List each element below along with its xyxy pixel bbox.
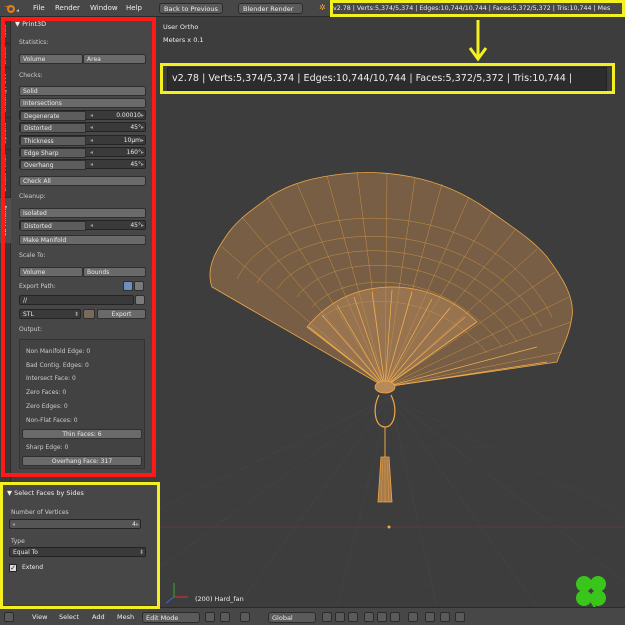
editor-type-icon[interactable] (4, 612, 14, 622)
vertex-select-icon[interactable] (364, 612, 374, 622)
shading-icon[interactable] (205, 612, 215, 622)
mode-dropdown[interactable]: Edit Mode (142, 612, 200, 623)
viewport-header-bar: View Select Add Mesh Edit Mode Global (0, 607, 625, 625)
layer-icon[interactable] (322, 612, 332, 622)
edge-select-icon[interactable] (377, 612, 387, 622)
menu-mesh[interactable]: Mesh (117, 608, 134, 625)
render-icon[interactable] (455, 612, 465, 622)
layer-icon[interactable] (335, 612, 345, 622)
axes-gizmo-icon (165, 583, 188, 604)
proportional-edit-icon[interactable] (408, 612, 418, 622)
orientation-value: Global (272, 614, 293, 622)
arrow-down-icon (468, 20, 488, 62)
mode-value: Edit Mode (146, 614, 179, 622)
3d-viewport[interactable]: User Ortho Meters x 0.1 (200) Hard_fan v… (157, 17, 625, 607)
menu-view[interactable]: View (32, 608, 47, 625)
render-engine-label: Blender Render (243, 5, 294, 13)
render-engine-icon: ✲ (319, 3, 326, 12)
manipulator-icon[interactable] (240, 612, 250, 622)
highlight-stats-callout (160, 63, 615, 94)
menu-help[interactable]: Help (126, 0, 142, 17)
menu-add[interactable]: Add (92, 608, 105, 625)
snap-target-icon[interactable] (440, 612, 450, 622)
highlight-print3d-panel (1, 17, 156, 477)
face-select-icon[interactable] (390, 612, 400, 622)
blender-logo-icon[interactable] (2, 2, 22, 15)
orientation-dropdown[interactable]: Global (268, 612, 316, 623)
menu-select[interactable]: Select (59, 608, 79, 625)
fan-mesh[interactable] (157, 17, 625, 607)
render-engine-dropdown[interactable]: Blender Render (238, 3, 303, 14)
back-to-previous-button[interactable]: Back to Previous (159, 3, 223, 14)
menu-file[interactable]: File (33, 0, 45, 17)
pivot-icon[interactable] (220, 612, 230, 622)
active-object-label: (200) Hard_fan (195, 595, 244, 603)
menu-window[interactable]: Window (90, 0, 118, 17)
clover-logo-icon (576, 576, 606, 607)
menu-render[interactable]: Render (55, 0, 80, 17)
layer-icon[interactable] (348, 612, 358, 622)
highlight-top-stats (330, 0, 625, 17)
highlight-operator-panel (0, 482, 160, 609)
snap-icon[interactable] (425, 612, 435, 622)
